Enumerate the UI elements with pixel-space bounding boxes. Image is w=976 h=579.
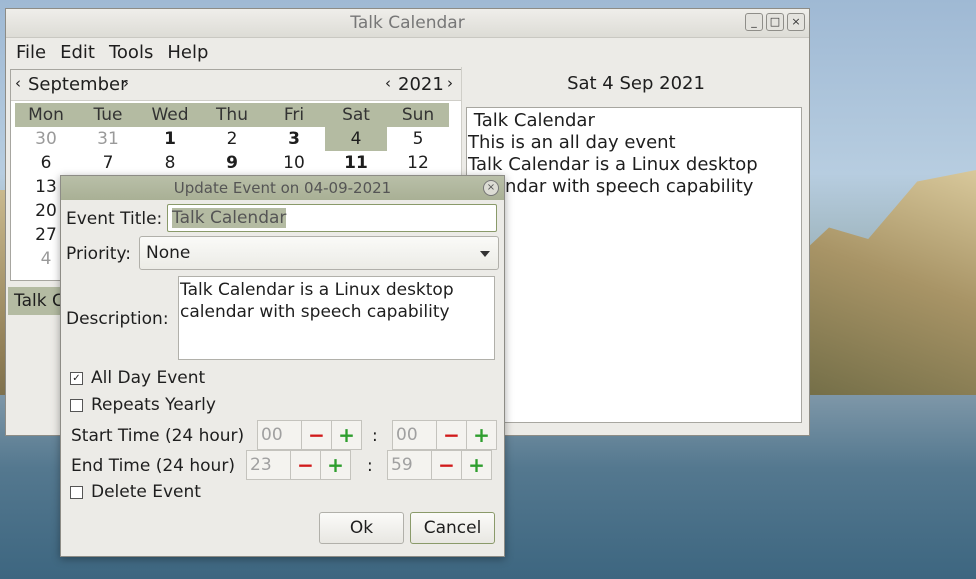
selected-date-label: Sat 4 Sep 2021: [567, 73, 705, 94]
start-minute-value[interactable]: 00: [393, 421, 437, 449]
day-cell[interactable]: 31: [77, 127, 139, 151]
repeats-yearly-label: Repeats Yearly: [91, 395, 216, 415]
day-cell[interactable]: 10: [263, 151, 325, 175]
chevron-down-icon: [480, 251, 490, 257]
end-hour-increment-button[interactable]: +: [321, 451, 350, 479]
checkbox-checked-icon: ✓: [70, 371, 83, 385]
all-day-event-label: All Day Event: [91, 368, 206, 388]
all-day-event-checkbox[interactable]: ✓ All Day Event: [70, 368, 205, 388]
end-time-label: End Time (24 hour): [71, 456, 235, 476]
weekday-label: Mon: [28, 105, 64, 125]
event-line: calendar with speech capability: [468, 176, 754, 197]
day-cell-selected[interactable]: 4: [325, 127, 387, 151]
description-line: calendar with speech capability: [180, 302, 450, 322]
event-title-input[interactable]: Talk Calendar: [167, 204, 497, 232]
day-cell[interactable]: 6: [15, 151, 77, 175]
priority-dropdown[interactable]: None: [139, 236, 499, 270]
weekday-label: Thu: [216, 105, 248, 125]
dialog-close-icon[interactable]: ×: [483, 180, 499, 196]
event-line: Talk Calendar: [468, 110, 595, 131]
description-textarea[interactable]: Talk Calendar is a Linux desktop calenda…: [178, 276, 495, 360]
weekday-header: Mon Tue Wed Thu Fri Sat Sun: [15, 103, 449, 127]
day-cell[interactable]: 2: [201, 127, 263, 151]
day-cell[interactable]: 3: [263, 127, 325, 151]
end-minute-spinner[interactable]: 59 − +: [387, 450, 492, 480]
weekday-label: Sun: [401, 105, 435, 125]
window-title: Talk Calendar: [350, 13, 465, 33]
year-label: 2021: [398, 74, 444, 95]
minimize-button[interactable]: _: [745, 13, 763, 31]
day-cell[interactable]: 1: [139, 127, 201, 151]
start-hour-increment-button[interactable]: +: [332, 421, 361, 449]
menu-tools[interactable]: Tools: [109, 42, 153, 63]
weekday-label: Wed: [151, 105, 189, 125]
update-event-dialog: Update Event on 04-09-2021 × Event Title…: [60, 175, 505, 557]
event-line: Talk Calendar is a Linux desktop: [468, 154, 758, 175]
description-label: Description:: [66, 309, 169, 329]
dialog-titlebar[interactable]: Update Event on 04-09-2021 ×: [61, 176, 504, 200]
day-cell[interactable]: 12: [387, 151, 449, 175]
window-titlebar[interactable]: Talk Calendar _ □ ×: [6, 9, 809, 38]
cancel-button[interactable]: Cancel: [410, 512, 495, 544]
end-minute-value[interactable]: 59: [388, 451, 432, 479]
description-line: Talk Calendar is a Linux desktop: [180, 280, 454, 300]
repeats-yearly-checkbox[interactable]: Repeats Yearly: [70, 395, 216, 415]
dialog-title: Update Event on 04-09-2021: [173, 179, 392, 197]
weekday-label: Fri: [283, 105, 305, 125]
event-title-value: Talk Calendar: [172, 208, 287, 228]
day-cell[interactable]: 11: [325, 151, 387, 175]
end-hour-spinner[interactable]: 23 − +: [246, 450, 351, 480]
start-minute-increment-button[interactable]: +: [467, 421, 496, 449]
event-title-label: Event Title:: [66, 209, 163, 229]
delete-event-checkbox[interactable]: Delete Event: [70, 482, 201, 502]
maximize-button[interactable]: □: [766, 13, 784, 31]
month-label: September: [28, 74, 128, 95]
delete-event-label: Delete Event: [91, 482, 201, 502]
end-hour-value[interactable]: 23: [247, 451, 291, 479]
next-month-button[interactable]: ›: [123, 74, 129, 92]
ok-button[interactable]: Ok: [319, 512, 404, 544]
menu-edit[interactable]: Edit: [60, 42, 95, 63]
time-separator: :: [372, 426, 378, 446]
event-details-box[interactable]: Talk Calendar This is an all day event T…: [466, 107, 802, 423]
checkbox-unchecked-icon: [70, 398, 83, 412]
priority-value: None: [146, 243, 191, 263]
event-line: This is an all day event: [468, 132, 676, 153]
start-time-label: Start Time (24 hour): [71, 426, 245, 446]
window-controls: _ □ ×: [745, 13, 805, 31]
end-hour-decrement-button[interactable]: −: [291, 451, 321, 479]
day-cell[interactable]: 5: [387, 127, 449, 151]
weekday-label: Tue: [93, 105, 123, 125]
priority-label: Priority:: [66, 244, 131, 264]
day-cell[interactable]: 7: [77, 151, 139, 175]
prev-year-button[interactable]: ‹: [385, 74, 391, 92]
start-hour-decrement-button[interactable]: −: [302, 421, 332, 449]
close-button[interactable]: ×: [787, 13, 805, 31]
start-minute-spinner[interactable]: 00 − +: [392, 420, 497, 450]
start-hour-spinner[interactable]: 00 − +: [257, 420, 362, 450]
time-separator: :: [367, 456, 373, 476]
checkbox-unchecked-icon: [70, 485, 83, 499]
day-cell[interactable]: 9: [201, 151, 263, 175]
menubar: File Edit Tools Help: [6, 38, 809, 66]
day-cell[interactable]: 30: [15, 127, 77, 151]
calendar-navigation: ‹ September › ‹ 2021 ›: [11, 70, 461, 101]
day-cell[interactable]: 8: [139, 151, 201, 175]
weekday-label: Sat: [342, 105, 370, 125]
start-minute-decrement-button[interactable]: −: [437, 421, 467, 449]
start-hour-value[interactable]: 00: [258, 421, 302, 449]
next-year-button[interactable]: ›: [447, 74, 453, 92]
end-minute-decrement-button[interactable]: −: [432, 451, 462, 479]
prev-month-button[interactable]: ‹: [15, 74, 21, 92]
end-minute-increment-button[interactable]: +: [462, 451, 491, 479]
menu-help[interactable]: Help: [167, 42, 208, 63]
menu-file[interactable]: File: [16, 42, 46, 63]
